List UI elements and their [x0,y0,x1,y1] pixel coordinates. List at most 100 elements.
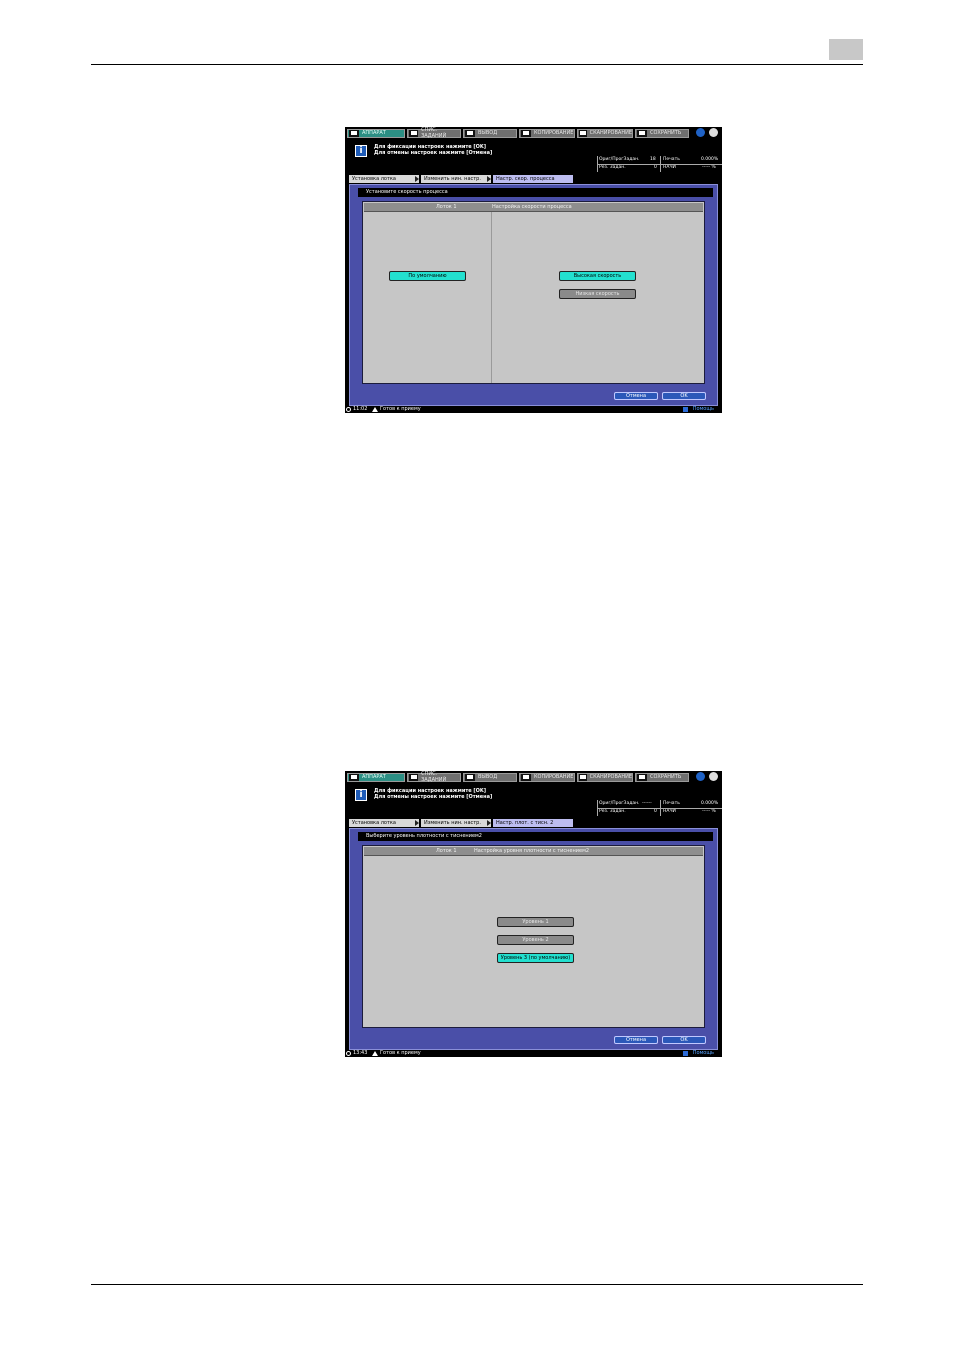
screenshot-process-speed: АППАРАТ СПИС. ЗАДАНИЙ ВЫВОД КОПИРОВАНИЕ … [345,127,722,413]
tab-store[interactable]: СОХРАНИТЬ [635,772,689,782]
ink-value: ----- % [702,165,716,170]
tab-output[interactable]: ВЫВОД [463,772,517,782]
level-1-button[interactable]: Уровень 1 [497,917,574,927]
counter-divider-h [598,164,722,165]
machine-icon [349,773,359,781]
crumb-current: Настр. скор. процесса [493,175,573,183]
crumb-tray-setup[interactable]: Установка лотка [349,175,419,183]
output-icon [465,129,475,137]
content-area: Лоток 1 Настройка скорости процесса По у… [362,201,705,384]
counter-panel: Ориг/ПрогЗадан. 18 Печать 0.000% Рез. За… [597,156,722,172]
instruction: Установите скорость процесса [358,188,713,197]
ink-value: ----- % [702,809,716,814]
message-line-2: Для отмены настроек нажмите [Отмена] [374,794,493,800]
orig-label: Ориг/ПрогЗадан. [599,157,640,162]
info-round-icon[interactable] [696,772,705,781]
tab-scan[interactable]: СКАНИРОВАНИЕ [577,128,633,138]
clock-icon [346,1051,351,1056]
crumb-current: Настр. плот. с тисн. 2 [493,819,573,827]
cancel-button[interactable]: Отмена [614,392,658,400]
crumb-arrow-icon [415,176,419,182]
tab-scan[interactable]: СКАНИРОВАНИЕ [577,772,633,782]
message-line-2: Для отмены настроек нажмите [Отмена] [374,150,493,156]
tab-machine[interactable]: АППАРАТ [347,772,405,782]
tab-store[interactable]: СОХРАНИТЬ [635,128,689,138]
tab-machine[interactable]: АППАРАТ [347,128,405,138]
crumb-arrow-icon [487,820,491,826]
counter-panel: Ориг/ПрогЗадан. ------ Печать 0.000% Рез… [597,800,722,816]
res-label: Рез. Задан. [599,809,626,814]
status-icon [372,407,378,412]
help-icon [683,407,688,412]
copy-icon [521,773,531,781]
header-rule [91,64,863,65]
content-area: Лоток 1 Настройка уровня плотности с тис… [362,845,705,1028]
column-divider [491,212,492,383]
cancel-button[interactable]: Отмена [614,1036,658,1044]
status-bar: 11:02 Готов к приему Помощь [345,406,722,413]
footer-rule [91,1284,863,1285]
column-header: Лоток 1 Настройка уровня плотности с тис… [364,847,703,856]
clock-time: 11:02 [353,406,368,412]
print-value: 0.000% [701,801,719,806]
orig-value: 18 [650,157,656,162]
status-icon [372,1051,378,1056]
breadcrumb: Установка лотка Изменить нин. настр. Нас… [349,819,722,827]
res-value: 0 [654,809,657,814]
info-round-icon[interactable] [696,128,705,137]
res-label: Рез. Задан. [599,165,626,170]
setting-title: Настройка скорости процесса [492,204,572,210]
orig-label: Ориг/ПрогЗадан. [599,801,640,806]
level-3-button[interactable]: Уровень 3 (по умолчанию) [497,953,574,963]
print-value: 0.000% [701,157,719,162]
tab-output[interactable]: ВЫВОД [463,128,517,138]
settings-panel: Установите скорость процесса Лоток 1 Нас… [349,184,718,406]
help-icon [683,1051,688,1056]
store-icon [637,129,647,137]
orig-value: ------ [642,801,652,806]
store-icon [637,773,647,781]
clock-time: 13:43 [353,1050,368,1056]
default-button[interactable]: По умолчанию [389,271,466,281]
tab-copy[interactable]: КОПИРОВАНИЕ [519,772,575,782]
tab-job-list[interactable]: СПИС. ЗАДАНИЙ [407,127,461,139]
crumb-arrow-icon [415,820,419,826]
tray-label: Лоток 1 [436,204,457,210]
print-label: Печать [663,157,680,162]
tab-job-list[interactable]: СПИС. ЗАДАНИЙ [407,771,461,783]
help-link[interactable]: Помощь [693,406,714,413]
help-link[interactable]: Помощь [693,1050,714,1057]
breadcrumb: Установка лотка Изменить нин. настр. Нас… [349,175,722,183]
screenshot-embossed-density: АППАРАТ СПИС. ЗАДАНИЙ ВЫВОД КОПИРОВАНИЕ … [345,771,722,1057]
crumb-tray-setup[interactable]: Установка лотка [349,819,419,827]
info-icon: i [355,145,367,157]
column-header: Лоток 1 Настройка скорости процесса [364,203,703,212]
status-text: Готов к приему [380,406,421,412]
tray-label: Лоток 1 [436,848,457,854]
high-speed-button[interactable]: Высокая скорость [559,271,636,281]
level-2-button[interactable]: Уровень 2 [497,935,574,945]
info-icon: i [355,789,367,801]
settings-panel: Выберите уровень плотности с тиснением2 … [349,828,718,1050]
ink-label: НАЧИ [663,165,676,170]
crumb-change-settings[interactable]: Изменить нин. настр. [421,819,491,827]
crumb-arrow-icon [487,176,491,182]
ok-button[interactable]: OK [662,1036,706,1044]
machine-icon [349,129,359,137]
status-text: Готов к приему [380,1050,421,1056]
instruction: Выберите уровень плотности с тиснением2 [358,832,713,841]
copy-icon [521,129,531,137]
ok-button[interactable]: OK [662,392,706,400]
mode-tabs: АППАРАТ СПИС. ЗАДАНИЙ ВЫВОД КОПИРОВАНИЕ … [345,127,722,139]
low-speed-button[interactable]: Низкая скорость [559,289,636,299]
tab-copy[interactable]: КОПИРОВАНИЕ [519,128,575,138]
crumb-change-settings[interactable]: Изменить нин. настр. [421,175,491,183]
help-round-icon[interactable] [709,128,718,137]
chapter-tab [829,39,863,60]
counter-divider-h [598,808,722,809]
res-value: 0 [654,165,657,170]
clock-icon [346,407,351,412]
list-icon [409,129,419,137]
help-round-icon[interactable] [709,772,718,781]
list-icon [409,773,419,781]
